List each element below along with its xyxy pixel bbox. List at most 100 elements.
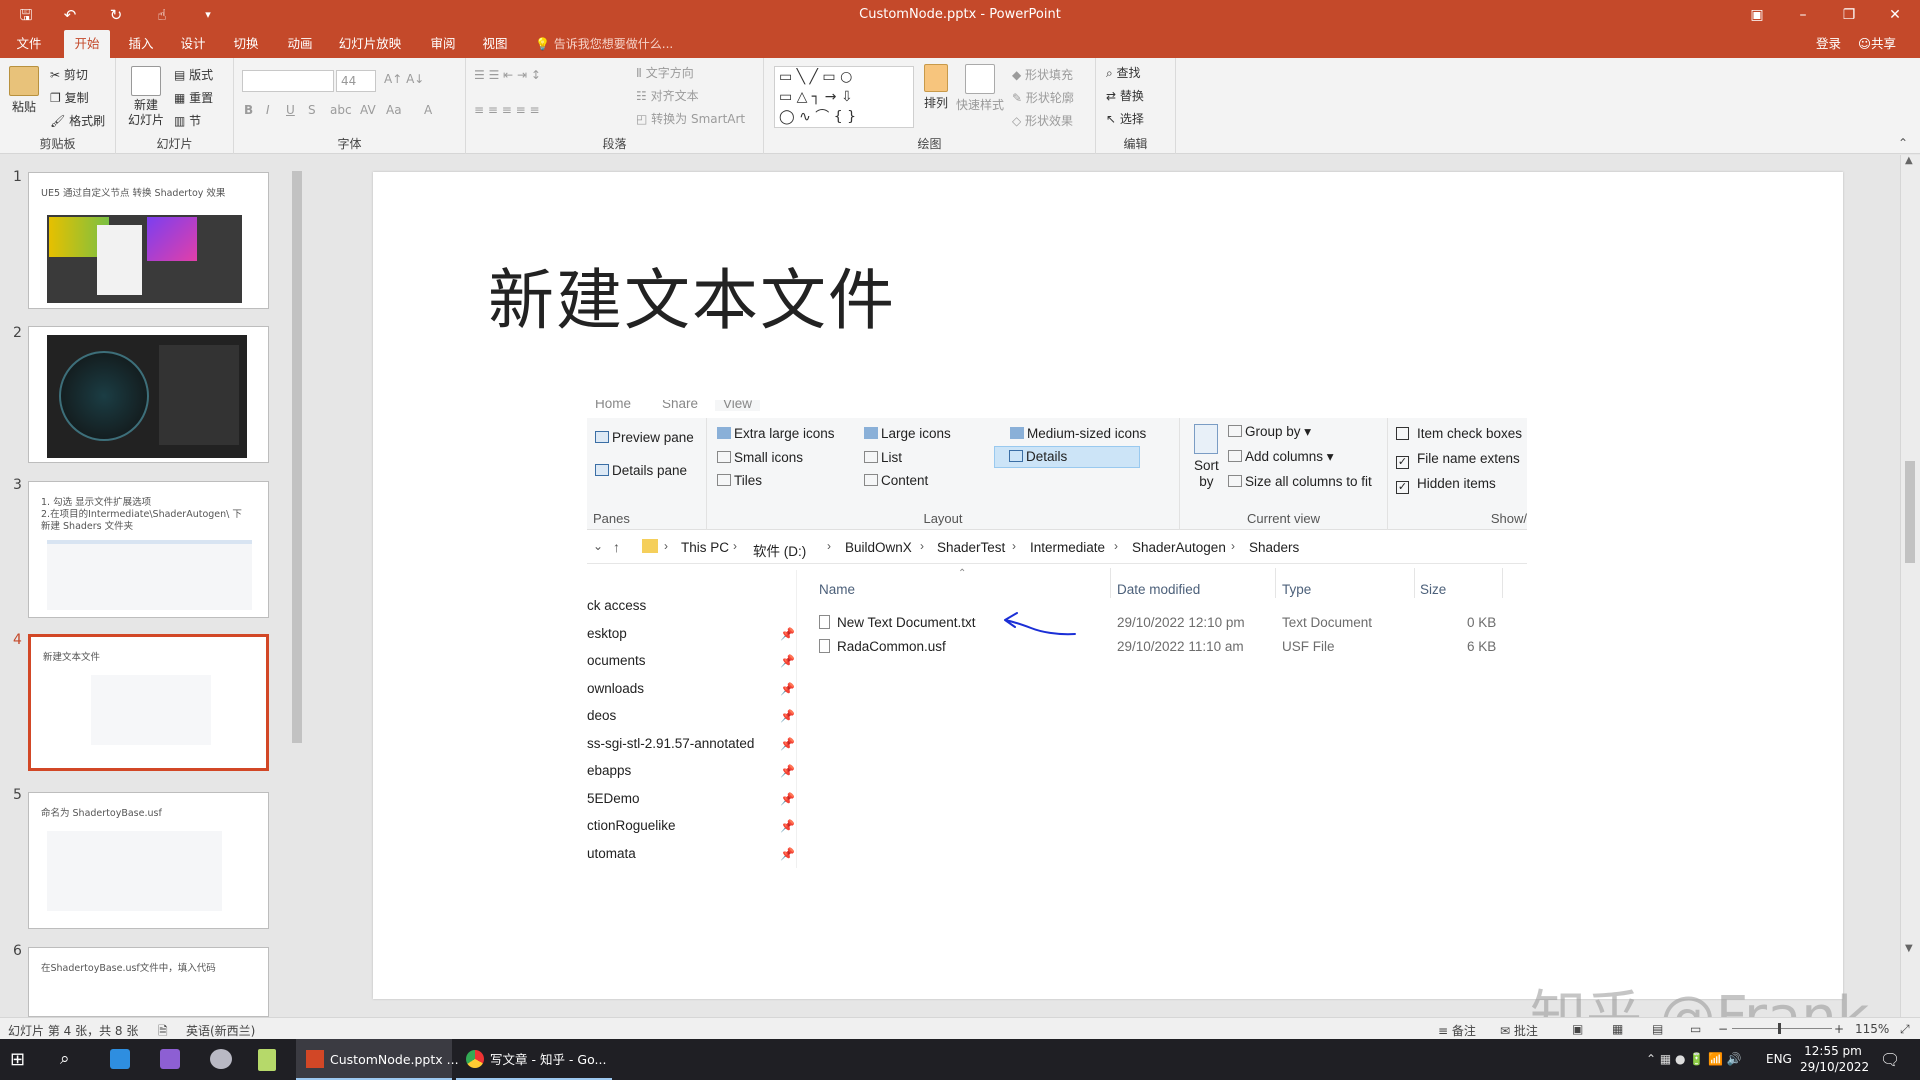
normal-view-icon[interactable]: ▣: [1572, 1022, 1583, 1036]
align-text-button[interactable]: ☷ 对齐文本: [636, 87, 699, 104]
pin-icon: 📌: [780, 764, 795, 778]
slide-title[interactable]: 新建文本文件: [488, 247, 896, 343]
tray-icons[interactable]: ⌃ ▦ ● 🔋 📶 🔊: [1646, 1039, 1742, 1080]
find-button[interactable]: ⌕ 查找: [1106, 64, 1141, 81]
quick-styles-label: 快速样式: [955, 98, 1004, 112]
zoom-slider-thumb[interactable]: [1778, 1023, 1781, 1034]
italic-button[interactable]: I: [266, 103, 270, 117]
font-name-field[interactable]: [242, 70, 334, 92]
login-link[interactable]: 登录: [1816, 30, 1841, 58]
app-icon[interactable]: [210, 1039, 238, 1080]
thumbnails-scrollbar[interactable]: [290, 155, 304, 1017]
format-painter-button[interactable]: 🖌 格式刷: [50, 112, 105, 129]
slide-thumbnail-3[interactable]: 1. 勾选 显示文件扩展选项 2.在项目的Intermediate\Shader…: [28, 481, 269, 618]
reading-view-icon[interactable]: ▤: [1652, 1022, 1663, 1036]
quick-styles-button[interactable]: 快速样式: [954, 64, 1006, 113]
tab-insert[interactable]: 插入: [118, 30, 164, 58]
comments-button[interactable]: ✉ 批注: [1500, 1022, 1538, 1039]
change-case-button[interactable]: Aa: [386, 103, 402, 117]
arrange-button[interactable]: 排列: [918, 64, 954, 111]
tab-design[interactable]: 设计: [170, 30, 216, 58]
bold-button[interactable]: B: [244, 103, 253, 117]
strike-button[interactable]: abc: [330, 103, 352, 117]
zoom-slider[interactable]: [1732, 1028, 1832, 1029]
underline-button[interactable]: U: [286, 103, 295, 117]
taskbar-powerpoint[interactable]: CustomNode.pptx ...: [296, 1039, 459, 1080]
smartart-button[interactable]: ◰ 转换为 SmartArt: [636, 110, 745, 127]
tab-file[interactable]: 文件: [6, 30, 52, 58]
ribbon-display-icon[interactable]: ▣: [1734, 0, 1780, 30]
visual-studio-icon[interactable]: [160, 1039, 188, 1080]
text-direction-button[interactable]: Ⅱ 文字方向: [636, 64, 694, 81]
replace-button[interactable]: ⇄ 替换: [1106, 87, 1144, 104]
paste-button[interactable]: 粘贴: [6, 66, 42, 115]
column-header-date: Date modified: [1117, 582, 1201, 597]
close-button[interactable]: ✕: [1872, 0, 1918, 30]
share-button[interactable]: ☺共享: [1858, 30, 1896, 58]
notifications-icon[interactable]: 🗨: [1880, 1039, 1900, 1080]
copy-label: 复制: [64, 91, 89, 105]
slide-thumbnail-4[interactable]: 新建文本文件: [28, 634, 269, 771]
bullets-icon[interactable]: ☰ ☰ ⇤ ⇥ ↕: [474, 68, 541, 82]
scrollbar-thumb[interactable]: [1905, 461, 1915, 563]
shape-effects-button[interactable]: ◇ 形状效果: [1012, 112, 1073, 129]
layout-option-label: Content: [881, 473, 929, 488]
details-pane-icon: [595, 464, 609, 476]
collapse-ribbon-icon[interactable]: ⌃: [1898, 136, 1908, 150]
slide-scrollbar[interactable]: ▲ ▼: [1900, 155, 1920, 1017]
slide-thumbnail-5[interactable]: 命名为 ShadertoyBase.usf: [28, 792, 269, 929]
align-icons[interactable]: ≡ ≡ ≡ ≡ ≡: [474, 103, 540, 117]
search-icon[interactable]: ⌕: [60, 1039, 88, 1080]
fit-slide-icon[interactable]: ⤢: [1900, 1022, 1910, 1037]
grow-font-icon[interactable]: A↑ A↓: [384, 72, 424, 86]
scrollbar-thumb[interactable]: [292, 171, 302, 743]
taskbar-chrome[interactable]: 写文章 - 知乎 - Go...: [456, 1039, 612, 1080]
spacing-button[interactable]: AV: [360, 103, 376, 117]
text-direction-icon: Ⅱ: [636, 66, 646, 80]
tab-view[interactable]: 视图: [472, 30, 518, 58]
copy-button[interactable]: ❐ 复制: [50, 89, 89, 106]
font-color-button[interactable]: A: [424, 103, 432, 117]
tab-transitions[interactable]: 切换: [223, 30, 269, 58]
clock[interactable]: 12:55 pm 29/10/2022: [1800, 1039, 1869, 1080]
explorer-screenshot[interactable]: Home Share View Preview pane Details pan…: [587, 400, 1527, 868]
reset-button[interactable]: ▦ 重置: [174, 89, 213, 106]
sort-by-button: Sort by: [1194, 458, 1219, 490]
tab-animations[interactable]: 动画: [277, 30, 323, 58]
vscode-icon[interactable]: [110, 1039, 138, 1080]
restore-button[interactable]: ❐: [1826, 0, 1872, 30]
zoom-out-button[interactable]: −: [1718, 1022, 1728, 1036]
zoom-in-button[interactable]: +: [1834, 1022, 1844, 1036]
breadcrumb-item: This PC: [681, 540, 730, 555]
new-slide-button[interactable]: 新建 幻灯片: [126, 66, 166, 128]
notes-button[interactable]: ≡ 备注: [1438, 1022, 1476, 1039]
shape-fill-button[interactable]: ◆ 形状填充: [1012, 66, 1073, 83]
font-size-field[interactable]: 44: [336, 70, 376, 92]
minimize-button[interactable]: –: [1780, 0, 1826, 30]
slide-thumbnail-2[interactable]: [28, 326, 269, 463]
tab-slideshow[interactable]: 幻灯片放映: [330, 30, 410, 58]
zoom-level[interactable]: 115%: [1855, 1022, 1889, 1036]
windows-start-icon[interactable]: ⊞: [10, 1039, 38, 1080]
language-status[interactable]: 英语(新西兰): [186, 1022, 255, 1039]
scroll-up-icon[interactable]: ▲: [1905, 155, 1913, 166]
sorter-view-icon[interactable]: ▦: [1612, 1022, 1623, 1036]
slide-thumbnail-6[interactable]: 在ShadertoyBase.usf文件中，填入代码: [28, 947, 269, 1017]
section-button[interactable]: ▥ 节: [174, 112, 201, 129]
scroll-down-icon[interactable]: ▼: [1905, 943, 1913, 954]
tab-home[interactable]: 开始: [64, 30, 110, 58]
tab-review[interactable]: 审阅: [420, 30, 466, 58]
cut-button[interactable]: ✂ 剪切: [50, 66, 88, 83]
notepad-icon[interactable]: [258, 1039, 286, 1080]
tell-me-box[interactable]: 💡 告诉我您想要做什么...: [535, 30, 673, 58]
shape-outline-button[interactable]: ✎ 形状轮廓: [1012, 89, 1074, 106]
slide-thumbnail-1[interactable]: UE5 通过自定义节点 转换 Shadertoy 效果: [28, 172, 269, 309]
shadow-button[interactable]: S: [308, 103, 316, 117]
slideshow-view-icon[interactable]: ▭: [1690, 1022, 1701, 1036]
select-button[interactable]: ↖ 选择: [1106, 110, 1144, 127]
layout-icon: [1010, 427, 1024, 439]
layout-button[interactable]: ▤ 版式: [174, 66, 213, 83]
copy-icon: ❐: [50, 91, 65, 105]
input-language[interactable]: ENG: [1766, 1039, 1792, 1080]
shapes-gallery[interactable]: ▭ ╲ ╱ ▭ ○ ▭ △ ┐ → ⇩ ◯ ∿ ⌒ { }: [774, 66, 914, 128]
